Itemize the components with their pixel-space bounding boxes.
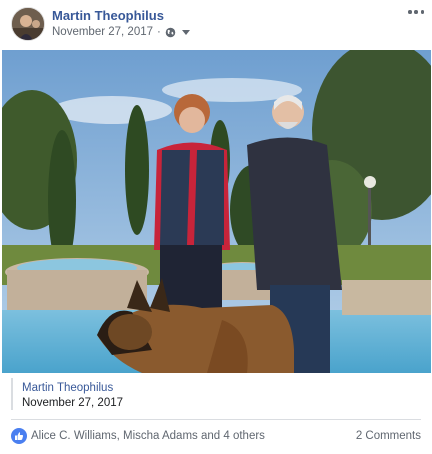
meta-separator: ·	[157, 26, 161, 38]
divider	[11, 419, 421, 420]
like-icon[interactable]	[11, 428, 27, 444]
post-date[interactable]: November 27, 2017	[52, 26, 153, 38]
more-options-icon[interactable]	[408, 7, 424, 17]
author-avatar[interactable]	[11, 7, 45, 41]
globe-icon[interactable]	[165, 27, 176, 38]
audience-caret-icon[interactable]	[181, 29, 190, 35]
post-meta: November 27, 2017 ·	[52, 26, 190, 38]
shared-post-date[interactable]: November 27, 2017	[22, 397, 123, 409]
post-photo[interactable]	[2, 50, 431, 373]
shared-author-name[interactable]: Martin Theophilus	[22, 382, 113, 394]
post-card: Martin Theophilus November 27, 2017 · Ma…	[0, 0, 432, 454]
comments-count[interactable]: 2 Comments	[356, 430, 421, 442]
author-name[interactable]: Martin Theophilus	[52, 8, 164, 23]
reactions-summary[interactable]: Alice C. Williams, Mischa Adams and 4 ot…	[31, 430, 265, 442]
shared-post-bar	[11, 378, 13, 410]
